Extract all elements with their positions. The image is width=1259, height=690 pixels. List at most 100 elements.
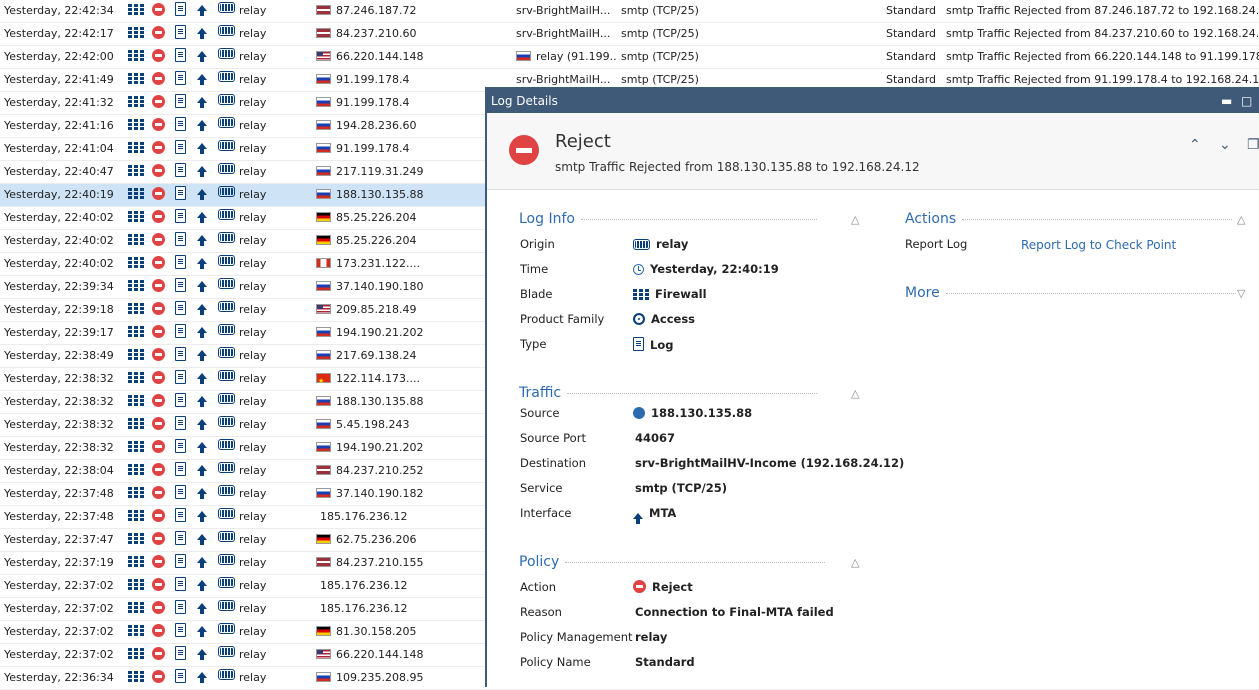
row-origin-label: relay (239, 395, 267, 408)
minimize-icon[interactable]: ▬ (1221, 89, 1232, 113)
row-type-cell (175, 69, 189, 91)
row-source-label: 188.130.135.88 (336, 395, 424, 408)
row-type-cell (175, 253, 189, 275)
gateway-icon (218, 531, 235, 542)
row-origin-label: relay (239, 602, 267, 615)
row-blade-cell (128, 69, 146, 91)
interface-arrow-icon (197, 189, 207, 200)
copy-icon[interactable]: ❐ (1247, 137, 1259, 153)
log-icon (175, 623, 186, 637)
field-key: Interface (520, 506, 572, 520)
log-icon (175, 25, 186, 39)
gateway-icon (218, 163, 235, 174)
row-time: Yesterday, 22:37:02 (4, 625, 114, 638)
report-log-link[interactable]: Report Log to Check Point (1021, 238, 1176, 252)
gateway-icon (218, 439, 235, 450)
field-key: Reason (520, 605, 562, 619)
section-traffic[interactable]: Traffic (519, 385, 818, 401)
row-source: 85.25.226.204 (316, 207, 496, 229)
row-origin-label: relay (239, 326, 267, 339)
row-interface-cell (197, 253, 209, 275)
field-value-text: Reject (652, 580, 693, 594)
firewall-icon (128, 556, 144, 567)
row-blade-cell (128, 207, 146, 229)
row-interface-cell (197, 115, 209, 137)
row-blade-cell (128, 253, 146, 275)
collapse-policy-icon[interactable]: △ (851, 556, 859, 569)
reject-icon (509, 135, 539, 165)
row-origin-label: relay (239, 119, 267, 132)
reject-icon (152, 118, 165, 131)
log-action-title: Reject (555, 131, 611, 152)
row-origin: relay (218, 23, 308, 45)
firewall-icon (128, 119, 144, 130)
reject-icon (152, 256, 165, 269)
row-source: 91.199.178.4 (316, 69, 496, 91)
field-key: Type (520, 337, 547, 351)
row-blade-cell (128, 529, 146, 551)
section-traffic-label: Traffic (519, 385, 562, 401)
collapse-actions-icon[interactable]: △ (1237, 213, 1245, 226)
section-log-info[interactable]: Log Info (519, 211, 817, 227)
field-key: Policy Management (520, 630, 633, 644)
row-blade-cell (128, 0, 146, 22)
row-source: 66.220.144.148 (316, 46, 496, 68)
table-row[interactable]: Yesterday, 22:42:00 relay 66.220.144.148 re… (0, 46, 1259, 69)
row-interface-cell (197, 437, 209, 459)
firewall-icon (128, 533, 144, 544)
row-source: 84.237.210.155 (316, 552, 496, 574)
collapse-traffic-icon[interactable]: △ (851, 387, 859, 400)
firewall-icon (128, 648, 144, 659)
flag-icon (316, 419, 331, 429)
row-type-cell (175, 368, 189, 390)
row-interface-cell (197, 368, 209, 390)
field-value: 188.130.135.88 (633, 406, 752, 420)
firewall-icon (128, 579, 144, 590)
row-action-cell (152, 414, 168, 436)
section-policy[interactable]: Policy (519, 554, 826, 570)
row-source-label: 185.176.236.12 (320, 510, 408, 523)
maximize-icon[interactable]: □ (1241, 89, 1252, 113)
table-row[interactable]: Yesterday, 22:42:17 relay 84.237.210.60 srv… (0, 23, 1259, 46)
section-policy-label: Policy (519, 554, 560, 570)
interface-arrow-icon (197, 534, 207, 545)
previous-log-icon[interactable]: ⌃ (1189, 137, 1201, 153)
row-origin: relay (218, 69, 308, 91)
section-actions-label: Actions (905, 211, 957, 227)
field-value: Access (633, 312, 695, 326)
gateway-icon (218, 577, 235, 588)
row-destination: relay (91.199.... (516, 46, 616, 68)
access-icon (633, 313, 645, 325)
gateway-icon (218, 94, 235, 105)
row-type-cell (175, 184, 189, 206)
row-action-cell (152, 644, 168, 666)
expand-more-icon[interactable]: ▽ (1237, 287, 1245, 300)
row-source: 87.246.187.72 (316, 0, 496, 22)
reject-icon (152, 394, 165, 407)
row-action-cell (152, 138, 168, 160)
row-source-label: 91.199.178.4 (336, 142, 410, 155)
row-service: smtp (TCP/25) (621, 50, 699, 63)
row-interface-cell (197, 161, 209, 183)
report-log-label: Report Log (905, 237, 968, 251)
log-icon (175, 324, 186, 338)
flag-icon (316, 396, 331, 406)
row-source-label: 217.119.31.249 (336, 165, 424, 178)
section-actions[interactable]: Actions (905, 211, 1233, 227)
firewall-icon (128, 602, 144, 613)
section-more[interactable]: More (905, 285, 1236, 301)
row-type-cell (175, 207, 189, 229)
gateway-icon (218, 186, 235, 197)
log-icon (175, 140, 186, 154)
field-key: Source Port (520, 431, 586, 445)
row-source-label: 66.220.144.148 (336, 50, 424, 63)
next-log-icon[interactable]: ⌄ (1219, 137, 1231, 153)
row-origin: relay (218, 529, 308, 551)
table-row[interactable]: Yesterday, 22:42:34 relay 87.246.187.72 srv… (0, 0, 1259, 23)
interface-arrow-icon (197, 672, 207, 683)
row-time: Yesterday, 22:40:02 (4, 234, 114, 247)
collapse-log-info-icon[interactable]: △ (851, 213, 859, 226)
row-description: smtp Traffic Rejected from 84.237.210.60… (946, 27, 1259, 40)
interface-arrow-icon (197, 51, 207, 62)
row-source-label: 122.114.173.... (336, 372, 420, 385)
